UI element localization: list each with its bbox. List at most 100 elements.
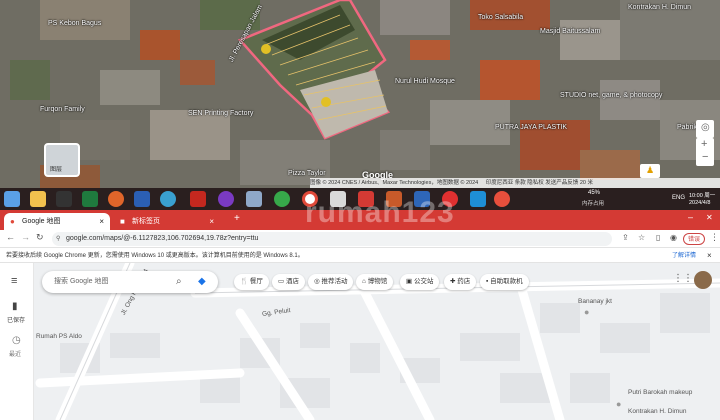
tab-new-tab[interactable]: ■ 新标签页 × (114, 213, 220, 230)
chip-label: 药店 (457, 278, 471, 285)
pegman-icon: ♟ (646, 165, 655, 175)
chip-label: 博物馆 (367, 278, 388, 285)
close-tab-icon[interactable]: × (209, 213, 214, 230)
word-icon[interactable] (134, 191, 150, 207)
my-location-button[interactable]: ◎ (696, 120, 714, 138)
error-button[interactable]: 错误 (683, 233, 706, 245)
maps-search-input[interactable]: 搜索 Google 地图 ⌕ ◆ (42, 271, 218, 293)
sidepanel-icon[interactable]: ▯ (656, 233, 660, 242)
tab-label: 新标签页 (132, 218, 160, 225)
target-icon: ◎ (701, 122, 710, 133)
map-label: Nurul Hudi Mosque (395, 78, 455, 85)
chip-icon: ▣ (406, 278, 414, 285)
zoom-in-icon[interactable]: + (701, 138, 707, 150)
chip-label: 餐厅 (249, 278, 263, 285)
start-icon[interactable] (4, 191, 20, 207)
zoom-controls[interactable]: + − (696, 138, 714, 166)
window-close-icon[interactable]: ✕ (706, 213, 713, 222)
chip-transit[interactable]: ▣ 公交站 (400, 274, 440, 290)
map-label: Pabrik (677, 124, 697, 131)
attribution-links[interactable]: 印度尼西亚 条款 隐私权 发送产品反馈 20 米 (486, 180, 593, 186)
apps-grid-icon[interactable]: ⋮⋮ (673, 273, 693, 284)
place-pin-icon[interactable]: ● (616, 399, 621, 409)
place-label: Kontrakan H. Dimun (628, 408, 687, 415)
google-maps-view[interactable]: Jl. Ong Kawaca 4 Gg. Peluit Bananay jkt … (0, 263, 720, 420)
infobar-close-icon[interactable]: × (707, 249, 712, 263)
saved-label[interactable]: 已保存 (7, 315, 25, 324)
maps-side-rail: ≡ ▮ 已保存 ◷ 最近 (0, 263, 34, 420)
infobar-text: 若要接收后续 Google Chrome 更新，您需使用 Windows 10 … (6, 253, 304, 259)
tab-label: Google 地图 (22, 218, 61, 225)
maps-favicon-icon: ● (10, 217, 15, 226)
bookmark-star-icon[interactable]: ☆ (638, 233, 645, 242)
excel-icon[interactable] (82, 191, 98, 207)
chip-label: 酒店 (285, 278, 299, 285)
minimize-icon[interactable]: – (688, 212, 693, 222)
map-label: Masjid Baitussalam (540, 28, 601, 35)
layers-button[interactable]: 图层 (44, 143, 80, 177)
share-icon[interactable]: ⇪ (622, 233, 629, 242)
directions-icon[interactable]: ◆ (198, 271, 206, 293)
map-label: PS Kebon Bagus (48, 20, 102, 27)
place-pin-icon[interactable]: ● (584, 307, 589, 317)
file-explorer-icon[interactable] (30, 191, 46, 207)
pdf-icon[interactable] (190, 191, 206, 207)
chip-restaurants[interactable]: 🍴 餐厅 (234, 274, 269, 290)
update-infobar: 若要接收后续 Google Chrome 更新，您需使用 Windows 10 … (0, 249, 720, 263)
zoom-out-icon[interactable]: − (702, 151, 708, 163)
map-label: Pizza Taylor (288, 170, 326, 177)
profile-icon[interactable]: ◉ (670, 233, 677, 242)
map-label: Kontrakan H. Dimun (628, 4, 692, 11)
hamburger-menu-icon[interactable]: ≡ (11, 275, 17, 287)
tab-google-maps[interactable]: ● Google 地图 × (4, 213, 110, 230)
address-bar[interactable]: ⚲ google.com/maps/@-6.1127823,106.702694… (52, 232, 612, 246)
chip-atm[interactable]: ▪ 自助取款机 (480, 274, 529, 290)
app-icon[interactable] (494, 191, 510, 207)
place-label: Rumah PS Aldo (36, 333, 82, 340)
app-icon[interactable] (274, 191, 290, 207)
back-icon[interactable]: ← (6, 232, 15, 242)
chip-label: 公交站 (413, 278, 434, 285)
firefox-icon[interactable] (108, 191, 124, 207)
clock-date[interactable]: 2024/4/8 (689, 200, 710, 206)
satellite-map[interactable]: PS Kebon Bagus Toko Salsabila Kontrakan … (0, 0, 720, 192)
close-tab-icon[interactable]: × (99, 213, 104, 230)
app-icon[interactable] (218, 191, 234, 207)
menu-icon[interactable]: ⋮ (710, 232, 719, 243)
attribution-bar: 图像 © 2024 CNES / Airbus、Maxar Technologi… (310, 178, 720, 188)
avatar[interactable] (694, 271, 712, 289)
place-label: Putri Barokah makeup (628, 389, 693, 396)
chip-museums[interactable]: ⌂ 博物馆 (356, 274, 394, 290)
place-label: Bananay jkt (578, 298, 612, 305)
pin-marker[interactable] (321, 97, 331, 107)
learn-more-link[interactable]: 了解详情 (672, 249, 696, 263)
language-indicator[interactable]: ENG (672, 195, 685, 201)
map-label: Furqon Family (40, 106, 85, 113)
map-label: Toko Salsabila (478, 14, 524, 21)
bookmark-icon[interactable]: ▮ (12, 301, 18, 312)
pin-marker[interactable] (261, 44, 271, 54)
chip-hotels[interactable]: ▭ 酒店 (272, 274, 305, 290)
pegman-button[interactable]: ♟ (640, 164, 660, 178)
chip-label: 推荐活动 (321, 278, 348, 285)
attribution-text: 图像 © 2024 CNES / Airbus、Maxar Technologi… (310, 180, 479, 186)
history-icon[interactable]: ◷ (12, 335, 21, 346)
forward-icon[interactable]: → (21, 232, 30, 242)
search-placeholder: 搜索 Google 地图 (54, 278, 109, 285)
tab-favicon-icon: ■ (120, 217, 125, 226)
site-info-icon[interactable]: ⚲ (56, 232, 60, 246)
app-icon[interactable] (246, 191, 262, 207)
chip-icon: 🍴 (240, 278, 250, 285)
reload-icon[interactable]: ↻ (36, 232, 44, 243)
chip-pharmacy[interactable]: ✚ 药店 (444, 274, 477, 290)
clock-time[interactable]: 10:00 周一 (689, 191, 715, 199)
app-icon[interactable] (470, 191, 486, 207)
search-icon[interactable]: ⌕ (176, 271, 182, 293)
new-tab-button[interactable]: + (234, 213, 240, 224)
cursor-app-icon[interactable] (56, 191, 72, 207)
chip-activities[interactable]: ◎ 推荐活动 (308, 274, 354, 290)
address-url: google.com/maps/@-6.1127823,106.702694,1… (66, 235, 259, 242)
layers-label: 图层 (50, 167, 63, 173)
app-icon[interactable] (160, 191, 176, 207)
recent-label[interactable]: 最近 (9, 349, 21, 358)
